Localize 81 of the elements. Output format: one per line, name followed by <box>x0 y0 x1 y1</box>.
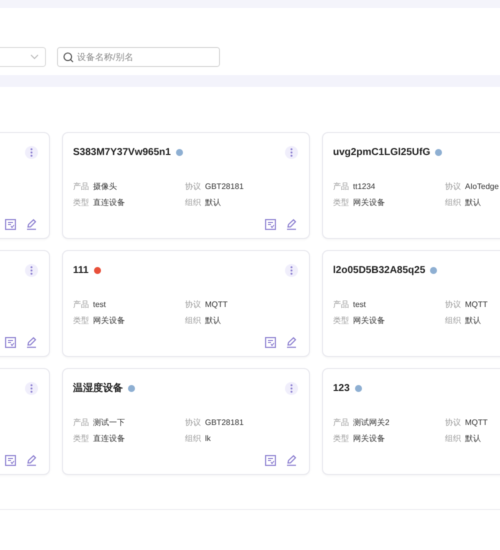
field-label: 产品 <box>333 181 349 193</box>
field-value: AIoTedge <box>465 181 499 193</box>
field-label: 组织 <box>185 433 201 445</box>
field-label: 协议 <box>445 299 461 311</box>
more-icon[interactable] <box>25 146 38 158</box>
device-card[interactable]: 111 产品 test 协议 MQTT 类型 网关设备 组织 默认 <box>62 250 310 357</box>
field-value: 直连设备 <box>93 197 125 209</box>
more-icon[interactable] <box>285 146 298 158</box>
field-value: 网关设备 <box>93 315 125 327</box>
field-value: 网关设备 <box>353 433 385 445</box>
field-value: 默认 <box>465 433 481 445</box>
device-card[interactable]: 123 产品 测试网关2 协议 MQTT 类型 网关设备 组织 默认 <box>322 368 500 475</box>
chevron-down-icon <box>30 54 39 60</box>
field-label: 类型 <box>333 197 349 209</box>
device-name: l2o05D5B32A85q25 <box>333 264 426 276</box>
more-icon[interactable] <box>25 382 38 394</box>
device-name: S383M7Y37Vw965n1 <box>73 146 171 158</box>
field-label: 组织 <box>445 315 461 327</box>
device-card[interactable]: 温湿度设备 产品 测试一下 协议 GBT28181 类型 直连设备 组织 lk <box>62 368 310 475</box>
device-name: 温湿度设备 <box>73 381 123 395</box>
detail-icon[interactable] <box>5 337 16 348</box>
more-icon[interactable] <box>285 264 298 276</box>
field-label: 组织 <box>185 197 201 209</box>
edit-icon[interactable] <box>26 337 37 348</box>
field-label: 协议 <box>185 299 201 311</box>
field-label: 类型 <box>333 315 349 327</box>
field-value: 测试网关2 <box>353 417 390 429</box>
field-label: 产品 <box>73 181 89 193</box>
field-value: 默认 <box>465 197 481 209</box>
detail-icon[interactable] <box>265 455 276 466</box>
detail-icon[interactable] <box>5 455 16 466</box>
field-label: 产品 <box>333 417 349 429</box>
device-name: 111 <box>73 264 89 276</box>
field-value: MQTT <box>465 299 488 311</box>
field-label: 类型 <box>73 433 89 445</box>
field-label: 协议 <box>185 181 201 193</box>
field-value: lk <box>205 433 211 445</box>
field-value: tt1234 <box>353 181 376 193</box>
field-label: 类型 <box>73 197 89 209</box>
device-name: 123 <box>333 382 350 394</box>
field-label: 组织 <box>445 197 461 209</box>
field-label: 协议 <box>445 181 461 193</box>
field-value: MQTT <box>205 299 228 311</box>
device-card[interactable]: uvg2pmC1LGl25UfG 产品 tt1234 协议 AIoTedge 类型 网关设备 组织 默认 <box>322 132 500 239</box>
field-label: 组织 <box>445 433 461 445</box>
field-label: 产品 <box>333 299 349 311</box>
more-icon[interactable] <box>285 382 298 394</box>
device-card[interactable]: S383M7Y37Vw965n1 产品 摄像头 协议 GBT28181 类型 直连设备 组织 默认 <box>62 132 310 239</box>
field-label: 协议 <box>185 417 201 429</box>
detail-icon[interactable] <box>265 337 276 348</box>
field-label: 类型 <box>333 433 349 445</box>
field-label: 类型 <box>73 315 89 327</box>
field-value: test <box>93 299 106 311</box>
field-value: GBT28181 <box>205 181 244 193</box>
field-value: 默认 <box>465 315 481 327</box>
field-label: 产品 <box>73 417 89 429</box>
field-value: 默认 <box>205 315 221 327</box>
detail-icon[interactable] <box>5 219 16 230</box>
field-value: test <box>353 299 366 311</box>
search-field[interactable]: 设备名称/别名 <box>57 47 220 67</box>
detail-icon[interactable] <box>265 219 276 230</box>
more-icon[interactable] <box>25 264 38 276</box>
field-value: 网关设备 <box>353 197 385 209</box>
field-value: 网关设备 <box>353 315 385 327</box>
field-label: 产品 <box>73 299 89 311</box>
field-label: 协议 <box>445 417 461 429</box>
field-label: 组织 <box>185 315 201 327</box>
device-card[interactable]: l2o05D5B32A85q25 产品 test 协议 MQTT 类型 网关设备 组织 默认 <box>322 250 500 357</box>
device-name: uvg2pmC1LGl25UfG <box>333 146 430 158</box>
edit-icon[interactable] <box>26 455 37 466</box>
edit-icon[interactable] <box>286 337 297 348</box>
field-value: 摄像头 <box>93 181 117 193</box>
field-value: GBT28181 <box>205 417 244 429</box>
search-icon <box>63 52 74 62</box>
field-value: 测试一下 <box>93 417 125 429</box>
field-value: 默认 <box>205 197 221 209</box>
field-value: MQTT <box>465 417 488 429</box>
field-value: 直连设备 <box>93 433 125 445</box>
edit-icon[interactable] <box>286 219 297 230</box>
edit-icon[interactable] <box>286 455 297 466</box>
edit-icon[interactable] <box>26 219 37 230</box>
